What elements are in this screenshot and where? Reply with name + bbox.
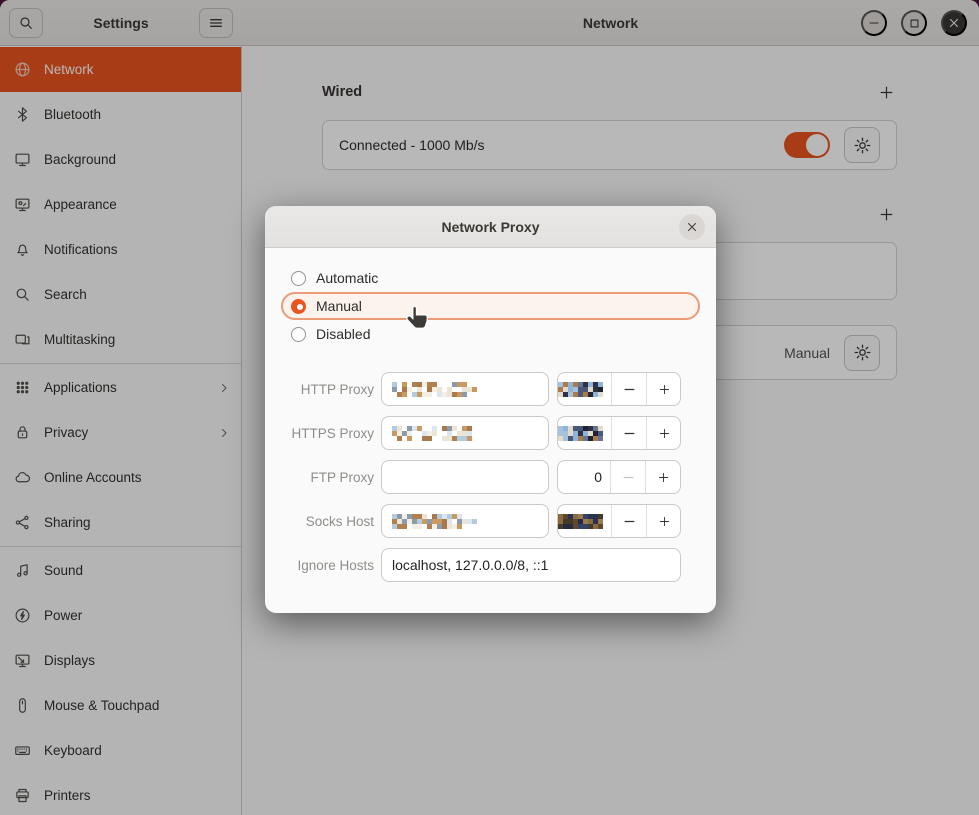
proxy-field-row: Socks Host xyxy=(281,504,700,538)
proxy-option-disabled[interactable]: Disabled xyxy=(281,320,700,348)
close-icon xyxy=(686,221,698,233)
redacted-host-value xyxy=(392,514,477,529)
redacted-host-value xyxy=(392,426,477,441)
plus-icon xyxy=(658,515,671,528)
field-label: Ignore Hosts xyxy=(281,558,381,573)
settings-window: Settings Network Netwo xyxy=(0,0,979,815)
radio-icon xyxy=(291,299,306,314)
proxy-form: HTTP Proxy HTTPS Proxy FTP Proxy 0 Socks Hos… xyxy=(281,372,700,582)
socks-host-input[interactable] xyxy=(381,504,549,538)
port-spinbutton[interactable]: 0 xyxy=(557,460,681,494)
port-increment-button[interactable] xyxy=(646,417,681,449)
redacted-port-value xyxy=(558,382,603,397)
proxy-method-options: Automatic Manual Disabled xyxy=(281,264,700,348)
port-increment-button[interactable] xyxy=(645,461,680,493)
proxy-field-row: HTTPS Proxy xyxy=(281,416,700,450)
field-label: HTTP Proxy xyxy=(281,382,381,397)
network-proxy-dialog: Network Proxy Automatic Manual Disabled … xyxy=(265,206,716,613)
field-label: FTP Proxy xyxy=(281,470,381,485)
redacted-port-value xyxy=(558,514,603,529)
http-proxy-input[interactable] xyxy=(381,372,549,406)
radio-icon xyxy=(291,271,306,286)
proxy-option-manual[interactable]: Manual xyxy=(281,292,700,320)
field-label: HTTPS Proxy xyxy=(281,426,381,441)
port-increment-button[interactable] xyxy=(646,505,681,537)
redacted-host-value xyxy=(392,382,477,397)
port-decrement-button[interactable] xyxy=(611,417,646,449)
https-proxy-input[interactable] xyxy=(381,416,549,450)
port-value[interactable]: 0 xyxy=(558,461,610,493)
proxy-field-row: HTTP Proxy xyxy=(281,372,700,406)
ftp-proxy-input[interactable] xyxy=(381,460,549,494)
field-label: Socks Host xyxy=(281,514,381,529)
port-decrement-button[interactable] xyxy=(611,505,646,537)
redacted-port-value xyxy=(558,426,603,441)
text-input[interactable] xyxy=(392,469,538,485)
proxy-field-row: FTP Proxy 0 xyxy=(281,460,700,494)
minus-icon xyxy=(623,383,636,396)
ignore-hosts-input[interactable] xyxy=(381,548,681,582)
plus-icon xyxy=(658,427,671,440)
port-value[interactable] xyxy=(558,505,611,537)
dialog-headerbar: Network Proxy xyxy=(265,206,716,248)
text-input[interactable] xyxy=(392,557,670,573)
port-decrement-button[interactable] xyxy=(611,373,646,405)
minus-icon xyxy=(623,427,636,440)
port-spinbutton[interactable] xyxy=(557,504,681,538)
port-increment-button[interactable] xyxy=(646,373,681,405)
minus-icon xyxy=(622,471,635,484)
plus-icon xyxy=(658,383,671,396)
port-spinbutton[interactable] xyxy=(557,372,681,406)
port-spinbutton[interactable] xyxy=(557,416,681,450)
proxy-option-automatic[interactable]: Automatic xyxy=(281,264,700,292)
plus-icon xyxy=(657,471,670,484)
radio-icon xyxy=(291,327,306,342)
proxy-field-row: Ignore Hosts xyxy=(281,548,700,582)
dialog-close-button[interactable] xyxy=(679,214,705,240)
minus-icon xyxy=(623,515,636,528)
port-value[interactable] xyxy=(558,373,611,405)
cursor-pointer xyxy=(404,305,430,333)
dialog-title: Network Proxy xyxy=(441,219,539,235)
port-value[interactable] xyxy=(558,417,611,449)
port-decrement-button[interactable] xyxy=(610,461,645,493)
